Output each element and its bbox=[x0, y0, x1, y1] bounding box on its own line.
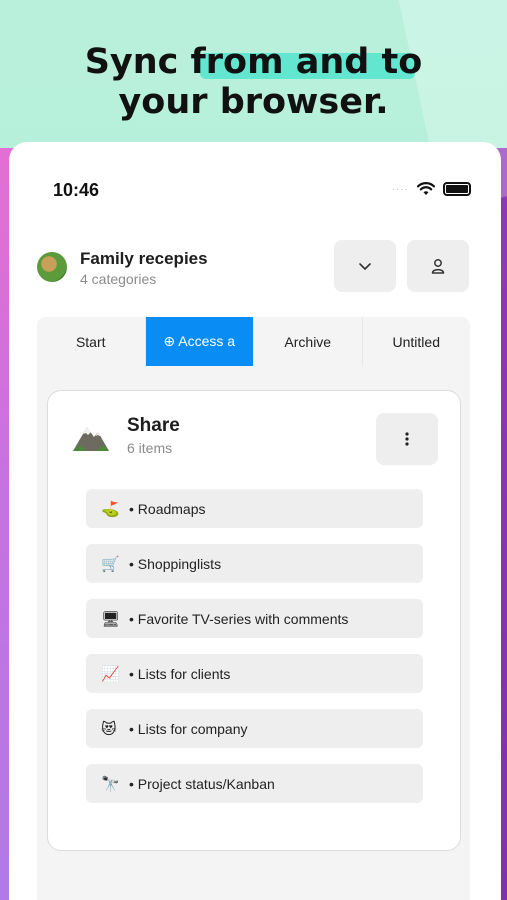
list-item-clients[interactable]: 📈 • Lists for clients bbox=[86, 654, 423, 693]
vertical-dots-icon bbox=[405, 432, 409, 446]
tab-archive[interactable]: Archive bbox=[254, 317, 363, 366]
phone-screen: 10:46 ···· Family recepies 4 categories … bbox=[9, 142, 501, 900]
list-header: Family recepies 4 categories bbox=[37, 240, 477, 300]
expand-button[interactable] bbox=[334, 240, 396, 292]
cat-icon: 😻 bbox=[101, 720, 117, 738]
promo-banner: Sync from and to your browser. bbox=[0, 0, 507, 140]
person-icon bbox=[431, 259, 445, 274]
headline-line-1: Sync from and to bbox=[84, 42, 423, 82]
wifi-icon bbox=[417, 182, 435, 195]
category-card: Share 6 items ⛳ • Roadmaps 🛒 • Shoppingl… bbox=[47, 390, 461, 851]
computer-icon: 🖥 bbox=[101, 610, 121, 628]
list-item-roadmaps[interactable]: ⛳ • Roadmaps bbox=[86, 489, 423, 528]
mountain-icon bbox=[73, 427, 109, 451]
salad-emoji-icon bbox=[37, 252, 67, 282]
cart-icon: 🛒 bbox=[101, 555, 120, 573]
item-label: • Favorite TV-series with comments bbox=[129, 610, 349, 627]
status-time: 10:46 bbox=[53, 180, 100, 200]
telescope-icon: 🔭 bbox=[101, 775, 120, 793]
item-label: • Project status/Kanban bbox=[129, 775, 275, 792]
list-item-company[interactable]: 😻 • Lists for company bbox=[86, 709, 423, 748]
chart-icon: 📈 bbox=[101, 665, 120, 683]
signal-dots: ···· bbox=[391, 183, 409, 195]
more-options-button[interactable] bbox=[376, 413, 438, 465]
list-item-kanban[interactable]: 🔭 • Project status/Kanban bbox=[86, 764, 423, 803]
tab-access[interactable]: ⊕ Access a bbox=[145, 317, 254, 366]
list-item-tv-series[interactable]: 🖥 • Favorite TV-series with comments bbox=[86, 599, 423, 638]
promo-headline: Sync from and to your browser. bbox=[0, 42, 507, 122]
tab-untitled[interactable]: Untitled bbox=[363, 317, 471, 366]
tab-bar: Start ⊕ Access a Archive Untitled bbox=[37, 317, 470, 366]
battery-icon bbox=[443, 182, 471, 196]
item-label: • Roadmaps bbox=[129, 500, 206, 517]
card-title: Share bbox=[127, 415, 180, 436]
item-label: • Shoppinglists bbox=[129, 555, 222, 572]
chevron-down-icon bbox=[359, 262, 371, 270]
list-subtitle: 4 categories bbox=[80, 271, 157, 287]
list-item-shoppinglists[interactable]: 🛒 • Shoppinglists bbox=[86, 544, 423, 583]
item-label: • Lists for clients bbox=[129, 665, 231, 682]
list-title[interactable]: Family recepies bbox=[80, 249, 208, 269]
item-label: • Lists for company bbox=[129, 720, 248, 737]
profile-button[interactable] bbox=[407, 240, 469, 292]
tab-start[interactable]: Start bbox=[37, 317, 146, 366]
item-list: ⛳ • Roadmaps 🛒 • Shoppinglists 🖥 • Favor… bbox=[86, 489, 423, 819]
status-icons: ···· bbox=[392, 182, 471, 196]
headline-line-2: your browser. bbox=[118, 82, 389, 122]
flag-icon: ⛳ bbox=[101, 500, 120, 518]
card-subtitle: 6 items bbox=[127, 440, 173, 456]
